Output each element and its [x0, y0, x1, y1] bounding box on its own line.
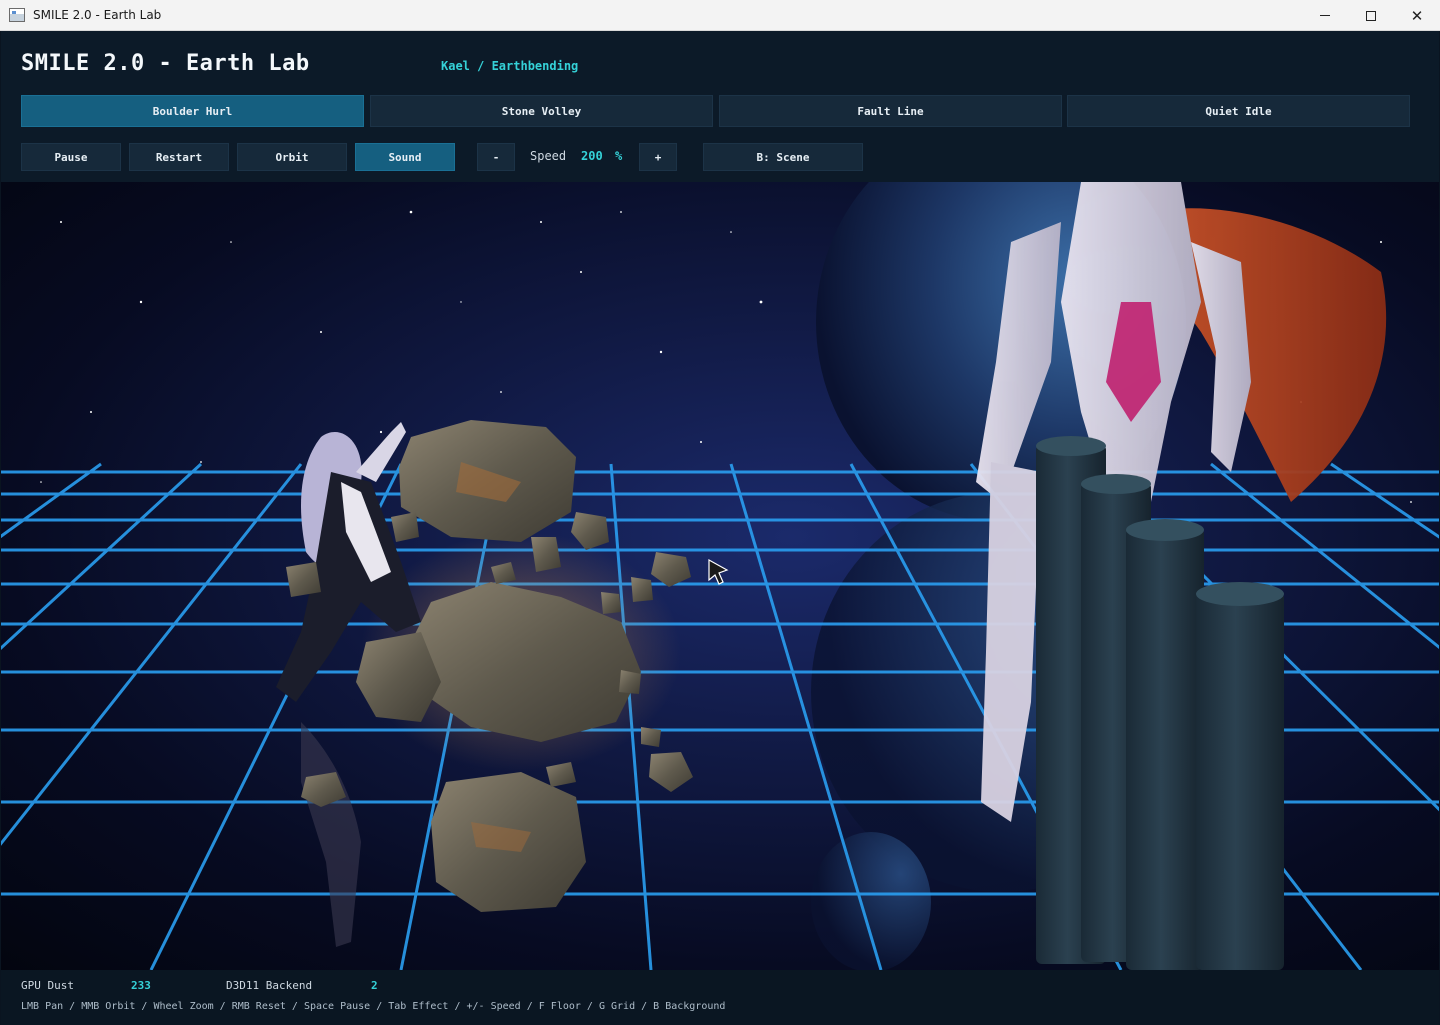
scene-render — [1, 182, 1439, 970]
planet-small — [811, 832, 931, 970]
close-icon: ✕ — [1410, 6, 1424, 25]
tab-quiet-idle[interactable]: Quiet Idle — [1067, 95, 1410, 127]
window-title: SMILE 2.0 - Earth Lab — [33, 8, 162, 22]
window-titlebar[interactable]: SMILE 2.0 - Earth Lab — [0, 0, 1440, 31]
speed-label: Speed — [530, 149, 567, 163]
tab-stone-volley[interactable]: Stone Volley — [370, 95, 713, 127]
sound-button[interactable]: Sound — [355, 143, 455, 171]
minimize-icon — [1320, 15, 1330, 16]
restart-button[interactable]: Restart — [129, 143, 229, 171]
close-button[interactable]: ✕ — [1394, 0, 1440, 31]
background-toggle-button[interactable]: B: Scene — [703, 143, 863, 171]
scene-viewport[interactable] — [1, 182, 1439, 970]
tab-boulder-hurl[interactable]: Boulder Hurl — [21, 95, 364, 127]
maximize-button[interactable] — [1348, 0, 1394, 31]
orbit-button[interactable]: Orbit — [237, 143, 347, 171]
tab-fault-line[interactable]: Fault Line — [719, 95, 1062, 127]
pause-button[interactable]: Pause — [21, 143, 121, 171]
gpu-dust-label: GPU Dust — [21, 979, 74, 992]
maximize-icon — [1366, 10, 1376, 21]
stone-pillars — [1036, 436, 1284, 970]
mouse-cursor-icon — [708, 558, 729, 585]
gpu-dust-value: 233 — [131, 979, 151, 992]
minimize-button[interactable] — [1302, 0, 1348, 31]
speed-unit: % — [615, 149, 623, 163]
keyboard-hints: LMB Pan / MMB Orbit / Wheel Zoom / RMB R… — [21, 1001, 726, 1012]
app-window-icon — [9, 8, 25, 22]
speed-increase-button[interactable]: + — [639, 143, 677, 171]
speed-decrease-button[interactable]: - — [477, 143, 515, 171]
status-footer: GPU Dust 233 D3D11 Backend 2 LMB Pan / M… — [1, 970, 1439, 1025]
control-panel: SMILE 2.0 - Earth Lab Kael / Earthbendin… — [1, 31, 1439, 182]
backend-value: 2 — [371, 979, 378, 992]
app-title: SMILE 2.0 - Earth Lab — [21, 51, 310, 76]
character-subtitle: Kael / Earthbending — [441, 59, 579, 73]
backend-label: D3D11 Backend — [226, 979, 313, 992]
speed-value: 200 — [581, 149, 603, 163]
